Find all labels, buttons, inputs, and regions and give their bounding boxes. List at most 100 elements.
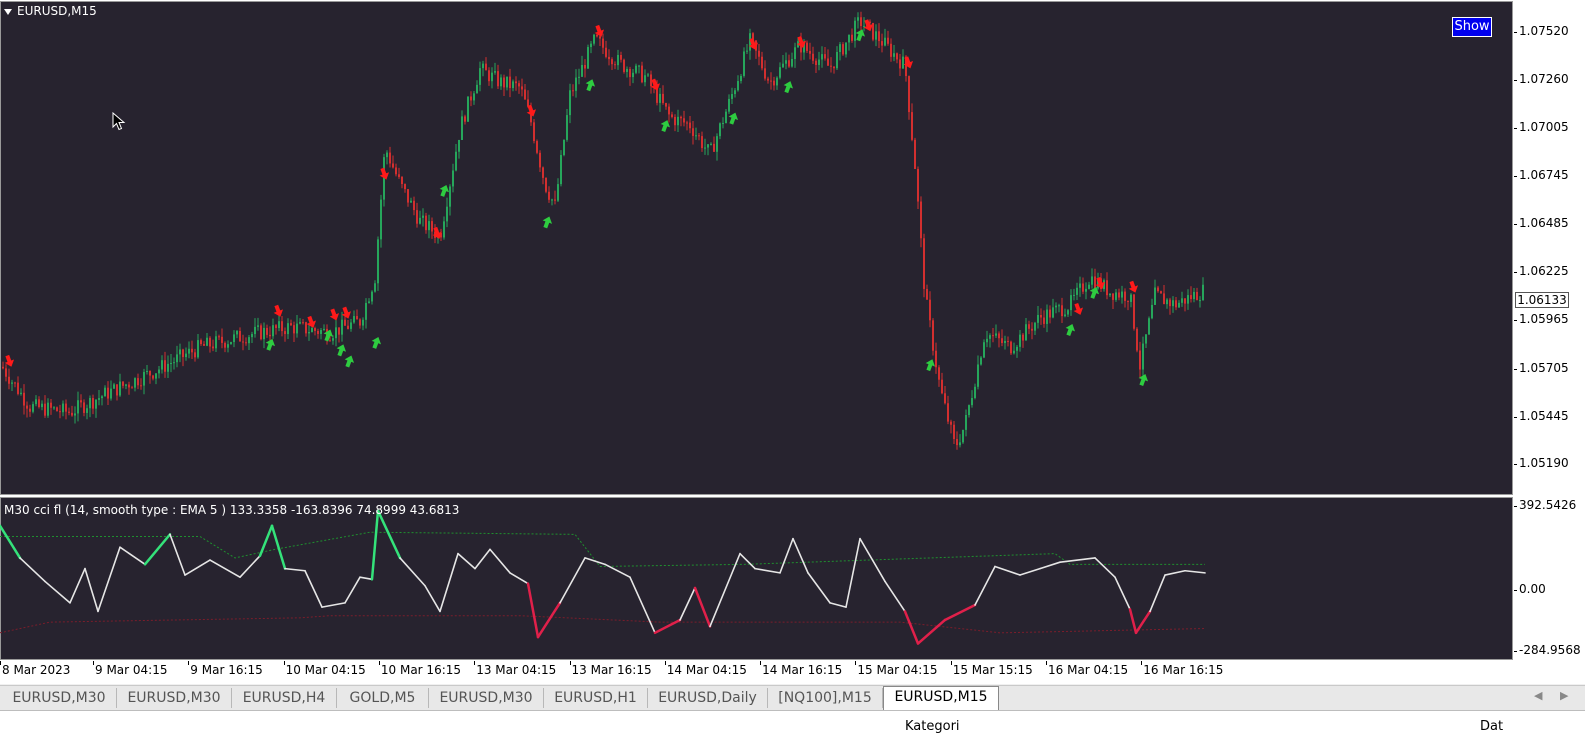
candle-body <box>1133 294 1135 329</box>
candle-body <box>65 403 67 412</box>
candle-body <box>1007 340 1009 342</box>
candle-body <box>197 340 199 358</box>
candle-body <box>14 382 16 384</box>
candle-body <box>929 299 931 321</box>
candle-body <box>791 58 793 67</box>
chart-tab[interactable]: EURUSD,M30 <box>117 688 232 708</box>
chart-tab[interactable]: EURUSD,H1 <box>544 688 648 708</box>
candle-body <box>407 189 409 203</box>
candle-body <box>899 59 901 69</box>
candle-body <box>578 76 580 78</box>
cci-line-segment <box>169 533 186 576</box>
indicator-tick-mark <box>1514 590 1517 591</box>
candle-body <box>680 116 682 119</box>
candle-body <box>260 325 262 340</box>
candle-body <box>959 442 961 446</box>
cci-line-segment <box>916 618 947 645</box>
candle-body <box>659 93 661 103</box>
chart-tab[interactable]: EURUSD,M15 <box>883 686 999 710</box>
time-tick-mark <box>474 661 476 665</box>
candle-body <box>161 360 163 370</box>
candle-body <box>788 60 790 67</box>
tab-scroll-right-icon[interactable]: ▶ <box>1560 689 1568 702</box>
candle-body <box>584 65 586 69</box>
cci-line-segment <box>754 567 781 574</box>
candle-body <box>1202 284 1204 301</box>
time-tick-label: 9 Mar 04:15 <box>95 663 168 677</box>
chart-tab[interactable]: EURUSD,M30 <box>429 688 544 708</box>
candle-body <box>32 404 34 412</box>
cci-line-segment <box>845 537 861 608</box>
candle-body <box>53 407 55 409</box>
candle-body <box>722 123 724 125</box>
candle-body <box>137 378 139 386</box>
cci-line-segment <box>97 546 121 613</box>
cci-line-segment <box>1149 574 1166 613</box>
candle-body <box>782 63 784 68</box>
candle-body <box>398 174 400 177</box>
tab-scroll-left-icon[interactable]: ◀ <box>1534 689 1542 702</box>
candle-body <box>506 76 508 88</box>
candle-body <box>50 402 52 408</box>
candle-body <box>758 50 760 57</box>
candle-body <box>266 327 268 335</box>
cci-line-segment <box>559 557 586 604</box>
candle-body <box>632 72 634 78</box>
candle-body <box>962 429 964 443</box>
chart-tab[interactable]: [NQ100],M15 <box>768 688 883 708</box>
candle-body <box>1187 295 1189 304</box>
chart-tab[interactable]: EURUSD,Daily <box>648 688 768 708</box>
chart-tab[interactable]: EURUSD,H4 <box>232 688 337 708</box>
candle-body <box>761 56 763 69</box>
indicator-axis[interactable]: 392.5426 0.00 -284.9568 <box>1513 496 1585 661</box>
candle-body <box>59 411 61 413</box>
candle-body <box>1139 350 1141 370</box>
candle-body <box>1136 328 1138 351</box>
candle-body <box>770 80 772 82</box>
cci-line-segment <box>1059 557 1096 563</box>
cci-line-segment <box>270 524 287 570</box>
cci-line-segment <box>69 567 86 604</box>
cci-line-segment <box>321 602 346 608</box>
chart-tab[interactable]: GOLD,M5 <box>337 688 429 708</box>
candle-body <box>896 53 898 60</box>
candle-body <box>119 381 121 396</box>
candle-body <box>179 349 181 355</box>
price-axis[interactable]: 1.07520 1.07260 1.07005 1.06745 1.06485 1.062… <box>1513 0 1585 496</box>
price-tick-label: 1.07005 <box>1519 119 1569 134</box>
time-axis[interactable]: 8 Mar 2023 9 Mar 04:15 9 Mar 16:15 10 Mar 0… <box>0 661 1513 681</box>
candle-body <box>158 369 160 374</box>
collapse-triangle-icon[interactable] <box>4 8 12 15</box>
candle-body <box>908 76 910 113</box>
candle-body <box>146 370 148 373</box>
candle-body <box>1040 314 1042 318</box>
candle-body <box>746 50 748 52</box>
candle-body <box>947 403 949 422</box>
candle-body <box>230 342 232 345</box>
cci-line-segment <box>779 537 794 574</box>
candle-body <box>677 116 679 126</box>
candle-body <box>368 301 370 303</box>
candle-body <box>731 94 733 99</box>
candle-body <box>263 327 265 340</box>
candle-body <box>449 186 451 207</box>
show-button[interactable]: Show <box>1452 17 1492 37</box>
cci-line-segment <box>1094 557 1116 578</box>
cci-line-segment <box>370 509 380 581</box>
price-tick-label: 1.06745 <box>1519 167 1569 182</box>
price-tick-mark <box>1514 175 1517 177</box>
cci-line-segment <box>884 580 906 613</box>
price-tick-label: 1.06225 <box>1519 264 1569 279</box>
candle-body <box>812 53 814 61</box>
chart-tab[interactable]: EURUSD,M30 <box>2 688 117 708</box>
candle-body <box>2 366 4 369</box>
price-tick-label: 1.07260 <box>1519 72 1569 87</box>
candle-body <box>425 215 427 231</box>
candle-body <box>377 239 379 284</box>
buy-signal-arrow <box>371 336 382 349</box>
candle-body <box>404 184 406 190</box>
candle-body <box>953 424 955 440</box>
candle-body <box>86 408 88 413</box>
price-tick-mark <box>1514 127 1517 129</box>
candle-body <box>314 328 316 331</box>
